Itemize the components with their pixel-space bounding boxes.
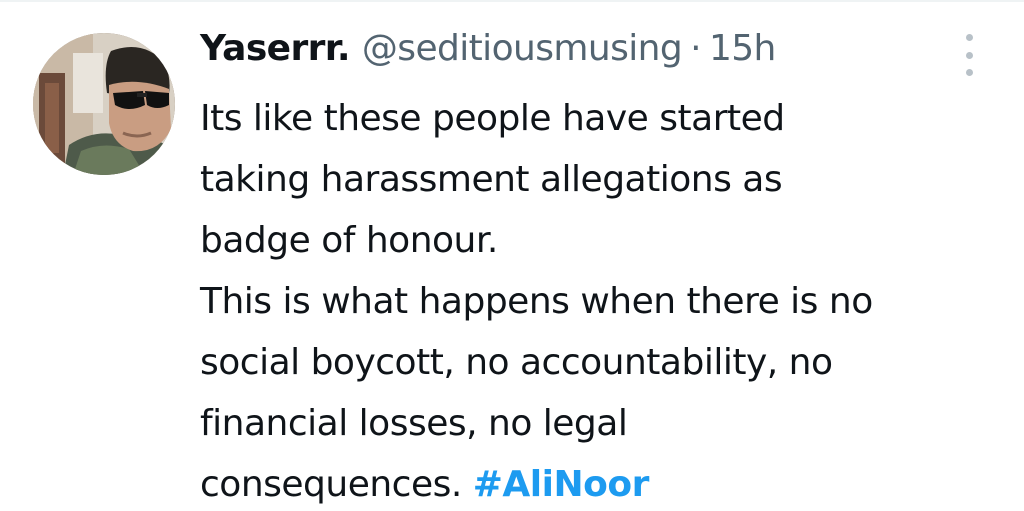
user-handle[interactable]: @seditiousmusing	[362, 28, 683, 69]
tweet-text-last-line: consequences. #AliNoor	[200, 454, 1000, 511]
tweet-text-line: Its like these people have started	[200, 98, 785, 139]
tweet-header: Yaserrr. @seditiousmusing · 15h	[200, 28, 776, 78]
tweet-text-line: financial losses, no legal	[200, 403, 628, 444]
more-options-button[interactable]	[956, 34, 982, 76]
tweet-text-fragment: consequences.	[200, 464, 473, 505]
tweet-text: Its like these people have started takin…	[200, 88, 1000, 511]
avatar[interactable]	[33, 33, 175, 175]
hashtag-link[interactable]: #AliNoor	[473, 464, 650, 505]
display-name[interactable]: Yaserrr.	[200, 28, 351, 69]
tweet-text-line: social boycott, no accountability, no	[200, 342, 833, 383]
more-vertical-icon-dot	[965, 51, 973, 59]
more-vertical-icon-dot	[965, 69, 973, 76]
tweet-text-line: This is what happens when there is no	[200, 281, 873, 322]
top-divider	[0, 0, 1024, 2]
separator-dot: ·	[690, 28, 701, 69]
avatar-photo-icon	[33, 33, 175, 175]
tweet-text-line: badge of honour.	[200, 220, 498, 261]
more-vertical-icon	[965, 34, 973, 41]
tweet-text-line: taking harassment allegations as	[200, 159, 783, 200]
timestamp[interactable]: 15h	[709, 28, 776, 69]
